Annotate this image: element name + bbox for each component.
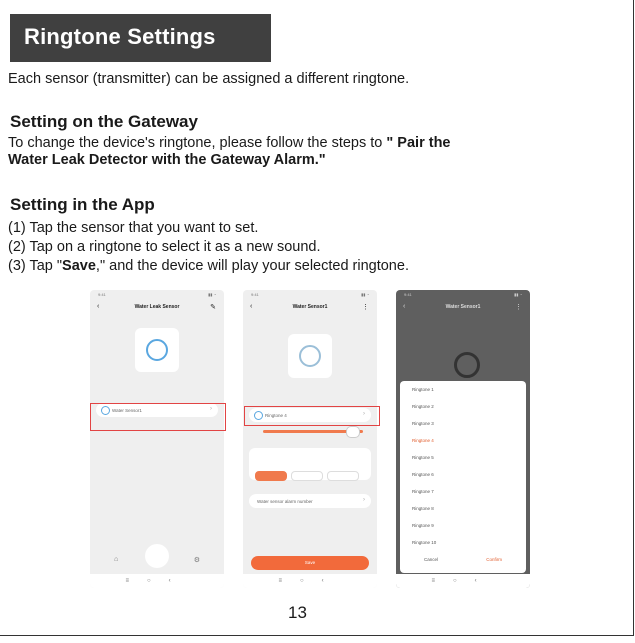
sensor-icon <box>454 352 480 378</box>
ringtone-picker-sheet: Ringtone 1 Ringtone 2 Ringtone 3 Rington… <box>400 381 526 573</box>
settings-icon[interactable]: ⚙ <box>194 556 200 564</box>
ringtone-option[interactable]: Ringtone 10 <box>412 540 436 545</box>
gateway-paragraph: To change the device's ringtone, please … <box>8 135 608 169</box>
ringtone-option[interactable]: Ringtone 2 <box>412 404 434 409</box>
dock: ⌂ ⚙ <box>90 540 224 568</box>
status-bar: 9:41 ▮▮ ◔ <box>404 292 522 297</box>
gateway-ref-1: " Pair the <box>386 135 451 151</box>
mode-pills <box>255 468 363 486</box>
confirm-button[interactable]: Confirm <box>486 557 502 562</box>
ringtone-option[interactable]: Ringtone 3 <box>412 421 434 426</box>
highlight-box-1 <box>90 403 226 431</box>
nav-title: Water Leak Sensor <box>134 304 180 310</box>
nav-bar: ‹ Water Leak Sensor ✎ <box>90 302 224 314</box>
ringtone-option-selected[interactable]: Ringtone 4 <box>412 438 434 443</box>
more-icon[interactable]: ⋮ <box>362 303 369 311</box>
volume-knob[interactable] <box>346 426 360 438</box>
app-heading: Setting in the App <box>10 195 155 214</box>
mode-option-2[interactable] <box>291 471 323 481</box>
ringtone-option[interactable]: Ringtone 7 <box>412 489 434 494</box>
gateway-text: To change the device's ringtone, please … <box>8 135 387 151</box>
mode-option-3[interactable] <box>327 471 359 481</box>
step-3-c: ," and the device will play your selecte… <box>95 258 409 274</box>
step-2: (2) Tap on a ringtone to select it as a … <box>8 239 321 255</box>
highlight-box-2 <box>244 406 380 426</box>
intro-text: Each sensor (transmitter) can be assigne… <box>8 71 410 87</box>
step-3-a: (3) Tap " <box>8 258 63 274</box>
mode-option-1[interactable] <box>255 471 287 481</box>
nav-bar: ‹ Water Sensor1 ⋮ <box>396 302 530 314</box>
mode-card <box>249 448 371 481</box>
phone-screenshot-device-list: 9:41 ▮▮ ◔ ‹ Water Leak Sensor ✎ Water Sen… <box>90 290 224 588</box>
ringtone-option[interactable]: Ringtone 1 <box>412 387 434 392</box>
gateway-ref-2: Water Leak Detector with the Gateway Ala… <box>8 152 326 168</box>
status-bar: 9:41 ▮▮ ◔ <box>251 292 369 297</box>
center-button[interactable] <box>145 544 169 568</box>
step-3: (3) Tap "Save," and the device will play… <box>8 258 409 274</box>
phone-screenshot-ringtone: 9:41 ▮▮ ◔ ‹ Water Sensor1 ⋮ Ringtone 4 › … <box>243 290 377 588</box>
system-nav: ≡○‹ <box>243 574 377 588</box>
picker-footer: Cancel Confirm <box>400 557 526 567</box>
gateway-heading: Setting on the Gateway <box>10 112 198 131</box>
ringtone-option[interactable]: Ringtone 5 <box>412 455 434 460</box>
nav-title: Water Sensor1 <box>292 304 328 310</box>
device-image <box>135 328 179 372</box>
page-number: 13 <box>288 603 307 622</box>
ringtone-option[interactable]: Ringtone 8 <box>412 506 434 511</box>
step-3-save: Save <box>62 258 96 274</box>
system-nav: ≡○‹ <box>90 574 224 588</box>
home-icon[interactable]: ⌂ <box>114 556 118 563</box>
page-title: Ringtone Settings <box>24 24 216 49</box>
ringtone-option[interactable]: Ringtone 6 <box>412 472 434 477</box>
title-bar: Ringtone Settings <box>10 14 271 62</box>
step-1: (1) Tap the sensor that you want to set. <box>8 220 259 236</box>
sensor-icon <box>299 345 321 367</box>
nav-title: Water Sensor1 <box>445 304 481 310</box>
chevron-right-icon: › <box>363 497 365 503</box>
status-bar: 9:41 ▮▮ ◔ <box>98 292 216 297</box>
cancel-button[interactable]: Cancel <box>424 557 438 562</box>
edit-icon[interactable]: ✎ <box>210 303 216 311</box>
system-nav: ≡○‹ <box>396 574 530 588</box>
save-button[interactable]: Save <box>251 556 369 570</box>
more-icon[interactable]: ⋮ <box>515 303 522 311</box>
alarm-number-row[interactable]: Water sensor alarm number › <box>249 494 371 508</box>
alarm-number-label: Water sensor alarm number <box>257 499 313 504</box>
nav-bar: ‹ Water Sensor1 ⋮ <box>243 302 377 314</box>
ringtone-option[interactable]: Ringtone 9 <box>412 523 434 528</box>
sensor-icon <box>146 339 168 361</box>
phone-screenshot-ringtone-picker: 9:41 ▮▮ ◔ ‹ Water Sensor1 ⋮ Ringtone 1 Ri… <box>396 290 530 588</box>
device-image <box>288 334 332 378</box>
